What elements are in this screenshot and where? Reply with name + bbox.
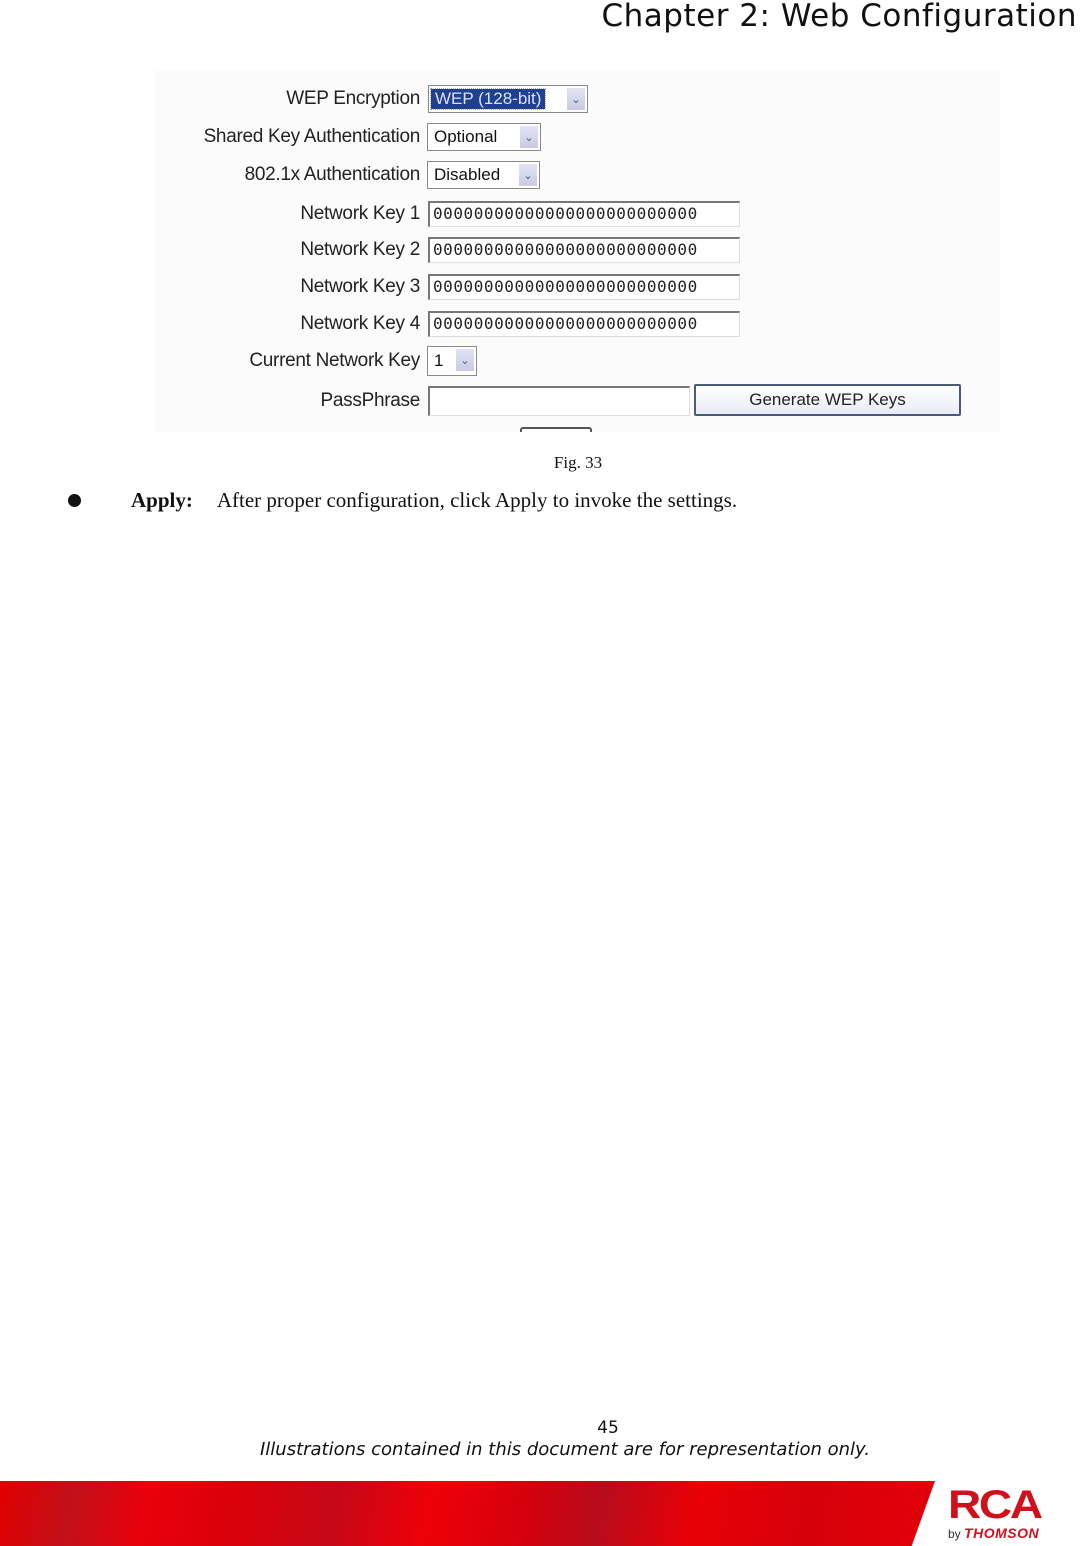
- logo-brand: RCA: [948, 1483, 1043, 1527]
- network-key-1-label: Network Key 1: [300, 203, 420, 224]
- network-key-3-value: 00000000000000000000000000: [433, 277, 698, 296]
- bullet-term: Apply:: [131, 488, 193, 512]
- logo-company: THOMSON: [964, 1525, 1040, 1541]
- network-key-1-value: 00000000000000000000000000: [433, 204, 698, 223]
- wep-encryption-value: WEP (128-bit): [429, 88, 547, 110]
- logo-byline: by THOMSON: [948, 1525, 1083, 1541]
- apply-bullet-item: Apply: After proper configuration, click…: [68, 488, 737, 513]
- network-key-2-label: Network Key 2: [300, 239, 420, 260]
- wep-encryption-row: WEP Encryption WEP (128-bit) ⌄: [155, 85, 1000, 113]
- chevron-down-icon[interactable]: ⌄: [520, 126, 538, 148]
- dot1x-auth-row: 802.1x Authentication Disabled ⌄: [155, 161, 1000, 189]
- chevron-down-icon[interactable]: ⌄: [567, 88, 585, 110]
- network-key-4-label: Network Key 4: [300, 313, 420, 334]
- current-network-key-label: Current Network Key: [249, 350, 420, 371]
- passphrase-input[interactable]: [428, 386, 690, 416]
- page-number: 45: [597, 1418, 619, 1438]
- dot1x-auth-select[interactable]: Disabled ⌄: [427, 161, 540, 189]
- footer-band: RCA by THOMSON: [0, 1481, 1085, 1546]
- figure-caption: Fig. 33: [553, 453, 603, 472]
- shared-key-auth-value: Optional: [434, 127, 498, 146]
- current-network-key-value: 1: [434, 351, 444, 370]
- network-key-1-row: Network Key 1 00000000000000000000000000: [155, 200, 1000, 228]
- footer-red-banner: [0, 1481, 935, 1546]
- wep-encryption-select[interactable]: WEP (128-bit) ⌄: [428, 85, 588, 113]
- bullet-icon: [68, 494, 81, 507]
- dot1x-auth-value: Disabled: [434, 165, 501, 184]
- dot1x-auth-label: 802.1x Authentication: [244, 164, 421, 185]
- network-key-1-input[interactable]: 00000000000000000000000000: [428, 201, 740, 227]
- apply-button-partial[interactable]: [520, 427, 592, 432]
- network-key-2-input[interactable]: 00000000000000000000000000: [428, 237, 740, 263]
- chevron-down-icon[interactable]: ⌄: [519, 164, 537, 186]
- chapter-title: Chapter 2: Web Configuration: [601, 0, 1077, 34]
- shared-key-auth-row: Shared Key Authentication Optional ⌄: [155, 123, 1000, 151]
- current-network-key-row: Current Network Key 1 ⌄: [155, 346, 1000, 376]
- wep-encryption-label: WEP Encryption: [286, 88, 420, 109]
- shared-key-auth-label: Shared Key Authentication: [203, 126, 421, 147]
- network-key-4-row: Network Key 4 00000000000000000000000000: [155, 310, 1000, 338]
- bullet-text: After proper configuration, click Apply …: [216, 488, 738, 512]
- wep-settings-screenshot: WEP Encryption WEP (128-bit) ⌄ Shared Ke…: [155, 70, 1000, 432]
- chevron-down-icon[interactable]: ⌄: [456, 349, 474, 371]
- passphrase-row: PassPhrase Generate WEP Keys: [155, 384, 1000, 416]
- current-network-key-select[interactable]: 1 ⌄: [427, 346, 477, 376]
- passphrase-label: PassPhrase: [320, 390, 421, 411]
- network-key-4-input[interactable]: 00000000000000000000000000: [428, 311, 740, 337]
- network-key-2-value: 00000000000000000000000000: [433, 240, 698, 259]
- network-key-2-row: Network Key 2 00000000000000000000000000: [155, 236, 1000, 264]
- network-key-3-label: Network Key 3: [300, 276, 420, 297]
- generate-wep-keys-button[interactable]: Generate WEP Keys: [694, 384, 961, 416]
- footer-disclaimer: Illustrations contained in this document…: [259, 1439, 871, 1460]
- logo-by-text: by: [948, 1527, 961, 1541]
- network-key-3-row: Network Key 3 00000000000000000000000000: [155, 273, 1000, 301]
- rca-thomson-logo: RCA by THOMSON: [948, 1483, 1083, 1541]
- network-key-4-value: 00000000000000000000000000: [433, 314, 698, 333]
- network-key-3-input[interactable]: 00000000000000000000000000: [428, 274, 740, 300]
- shared-key-auth-select[interactable]: Optional ⌄: [427, 123, 541, 151]
